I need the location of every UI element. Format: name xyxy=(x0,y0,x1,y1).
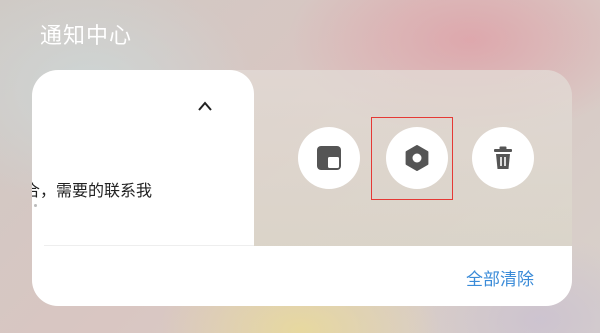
fold-notification-button[interactable] xyxy=(298,127,360,189)
delete-notification-button[interactable] xyxy=(472,127,534,189)
trash-icon xyxy=(494,146,512,169)
chevron-up-icon[interactable] xyxy=(197,100,213,112)
notification-divider-dot xyxy=(34,204,37,207)
notification-center-title: 通知中心 xyxy=(40,24,133,49)
notification-footer: 全部清除 xyxy=(32,246,572,306)
folded-square-icon xyxy=(317,146,341,170)
notification-card[interactable]: 合，需要的联系我 xyxy=(32,70,254,246)
notification-body-text: 合，需要的联系我 xyxy=(32,181,153,200)
notification-panel: 合，需要的联系我 全部清除 xyxy=(32,70,572,306)
settings-highlight-box xyxy=(371,117,453,200)
clear-all-button[interactable]: 全部清除 xyxy=(466,265,534,290)
